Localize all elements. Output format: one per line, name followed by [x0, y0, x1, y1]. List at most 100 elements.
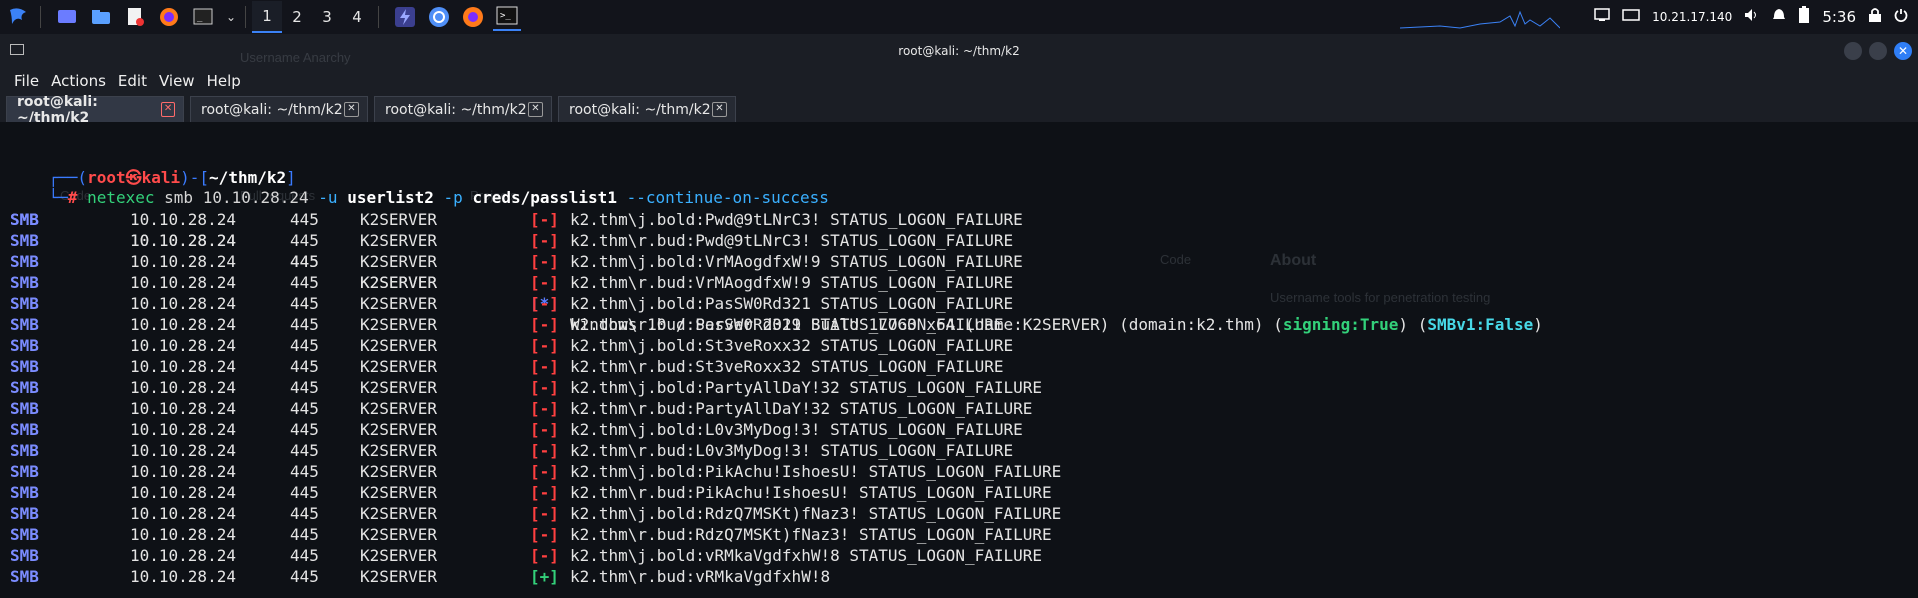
proto: SMB — [10, 378, 39, 397]
proto: SMB — [10, 483, 39, 502]
proto: SMB — [10, 462, 39, 481]
proto: SMB — [10, 546, 39, 565]
ip: 10.10.28.24 — [130, 546, 236, 565]
status: [-] — [530, 378, 559, 397]
host: K2SERVER — [360, 483, 438, 502]
output-row: SMB 10.10.28.24 445 K2SERVER [-] k2.thm\r.bud… — [0, 314, 1918, 335]
minimize-button[interactable] — [1844, 42, 1862, 60]
close-window-button[interactable]: ✕ — [1894, 42, 1912, 60]
tab-bar: root@kali: ~/thm/k2 ✕ root@kali: ~/thm/k… — [0, 94, 1918, 126]
message: k2.thm\j.bold:PartyAllDaY!32 STATUS_LOGO… — [570, 378, 1043, 397]
workspace-3[interactable]: 3 — [312, 2, 342, 32]
svg-text:_: _ — [197, 13, 203, 23]
host: K2SERVER — [360, 315, 438, 334]
power-icon[interactable] — [1894, 8, 1908, 26]
status: [-] — [530, 420, 559, 439]
tab-label: root@kali: ~/thm/k2 — [569, 101, 711, 118]
proto: SMB — [10, 420, 39, 439]
text-editor-icon[interactable] — [121, 4, 149, 30]
status: [-] — [530, 399, 559, 418]
lock-icon[interactable] — [1868, 7, 1882, 27]
port: 445 — [290, 567, 319, 586]
workspace-4[interactable]: 4 — [342, 2, 372, 32]
port: 445 — [290, 336, 319, 355]
tab-close-icon[interactable]: ✕ — [528, 102, 543, 117]
proto: SMB — [10, 231, 39, 250]
host: K2SERVER — [360, 210, 438, 229]
notification-bell-icon[interactable] — [1772, 8, 1786, 26]
terminal-window-icon[interactable]: >_ — [493, 3, 521, 31]
proto: SMB — [10, 210, 39, 229]
menu-help[interactable]: Help — [203, 72, 249, 90]
chevron-down-icon[interactable]: ⌄ — [223, 4, 239, 30]
svg-text:>_: >_ — [500, 11, 511, 21]
terminal-tab-2[interactable]: root@kali: ~/thm/k2 ✕ — [190, 96, 368, 122]
terminal-tab-3[interactable]: root@kali: ~/thm/k2 ✕ — [374, 96, 552, 122]
window-menu-icon[interactable] — [10, 44, 24, 55]
message: k2.thm\j.bold:PasSW0Rd321 STATUS_LOGON_F… — [570, 294, 1014, 313]
ip: 10.10.28.24 — [130, 399, 236, 418]
port: 445 — [290, 399, 319, 418]
output-row: SMB 10.10.28.24 445 K2SERVER [-] k2.thm\r.bud… — [0, 524, 1918, 545]
proto: SMB — [10, 336, 39, 355]
tab-close-icon[interactable]: ✕ — [161, 102, 175, 117]
network-icon[interactable] — [1622, 8, 1640, 26]
port: 445 — [290, 273, 319, 292]
proto: SMB — [10, 525, 39, 544]
output-row: SMB 10.10.28.24 445 K2SERVER [-] k2.thm\j.bol… — [0, 293, 1918, 314]
clock[interactable]: 5:36 — [1822, 8, 1856, 26]
output-row: SMB 10.10.28.24 445 K2SERVER [-] k2.thm\j.bol… — [0, 461, 1918, 482]
menu-view[interactable]: View — [155, 72, 203, 90]
terminal-launcher-icon[interactable]: _ — [189, 4, 217, 30]
workspace-1[interactable]: 1 — [252, 1, 282, 33]
ip: 10.10.28.24 — [130, 504, 236, 523]
command-line: └─# netexec smb 10.10.28.24 -u userlist2… — [48, 188, 829, 207]
terminal-tab-1[interactable]: root@kali: ~/thm/k2 ✕ — [6, 94, 184, 126]
ip: 10.10.28.24 — [130, 462, 236, 481]
terminal-tab-4[interactable]: root@kali: ~/thm/k2 ✕ — [558, 96, 736, 122]
message: k2.thm\r.bud:RdzQ7MSKt)fNaz3! STATUS_LOG… — [570, 525, 1052, 544]
output-row: SMB 10.10.28.24 445 K2SERVER [-] k2.thm\j.bol… — [0, 335, 1918, 356]
terminal-output[interactable]: Username Anarchy Code Pull requests Proj… — [0, 50, 1918, 598]
file-manager-icon[interactable] — [87, 4, 115, 30]
volume-icon[interactable] — [1744, 8, 1760, 26]
status: [-] — [530, 504, 559, 523]
kali-menu-icon[interactable] — [6, 4, 34, 30]
menu-edit[interactable]: Edit — [114, 72, 155, 90]
host: K2SERVER — [360, 525, 438, 544]
output-row: SMB 10.10.28.24 445 K2SERVER [-] k2.thm\j.bol… — [0, 503, 1918, 524]
output-row: SMB 10.10.28.24 445 K2SERVER [-] k2.thm\r.bud… — [0, 482, 1918, 503]
host: K2SERVER — [360, 504, 438, 523]
display-icon[interactable] — [1594, 8, 1610, 26]
message: k2.thm\r.bud:PikAchu!IshoesU! STATUS_LOG… — [570, 483, 1052, 502]
message: k2.thm\j.bold:L0v3MyDog!3! STATUS_LOGON_… — [570, 420, 1023, 439]
tab-close-icon[interactable]: ✕ — [712, 102, 727, 117]
port: 445 — [290, 231, 319, 250]
host: K2SERVER — [360, 252, 438, 271]
desktop-icon[interactable] — [53, 4, 81, 30]
maximize-button[interactable] — [1869, 42, 1887, 60]
menu-actions[interactable]: Actions — [47, 72, 114, 90]
status: [-] — [530, 336, 559, 355]
port: 445 — [290, 294, 319, 313]
battery-icon[interactable] — [1798, 6, 1810, 28]
port: 445 — [290, 315, 319, 334]
message: k2.thm\j.bold:Pwd@9tLNrC3! STATUS_LOGON_… — [570, 210, 1023, 229]
workspace-2[interactable]: 2 — [282, 2, 312, 32]
ip: 10.10.28.24 — [130, 357, 236, 376]
burp-icon[interactable] — [391, 4, 419, 30]
prompt-line: ┌──(root㉿kali)-[~/thm/k2] — [48, 168, 296, 187]
chromium-icon[interactable] — [425, 4, 453, 30]
firefox-icon[interactable] — [155, 4, 183, 30]
tab-label: root@kali: ~/thm/k2 — [17, 93, 98, 126]
firefox-window-icon[interactable] — [459, 4, 487, 30]
status: [-] — [530, 483, 559, 502]
ip: 10.10.28.24 — [130, 525, 236, 544]
status: [-] — [530, 462, 559, 481]
ip: 10.10.28.24 — [130, 315, 236, 334]
status: [-] — [530, 210, 559, 229]
menu-file[interactable]: File — [0, 72, 47, 90]
tab-close-icon[interactable]: ✕ — [344, 102, 359, 117]
message: k2.thm\j.bold:PikAchu!IshoesU! STATUS_LO… — [570, 462, 1062, 481]
message: k2.thm\r.bud:Pwd@9tLNrC3! STATUS_LOGON_F… — [570, 231, 1014, 250]
